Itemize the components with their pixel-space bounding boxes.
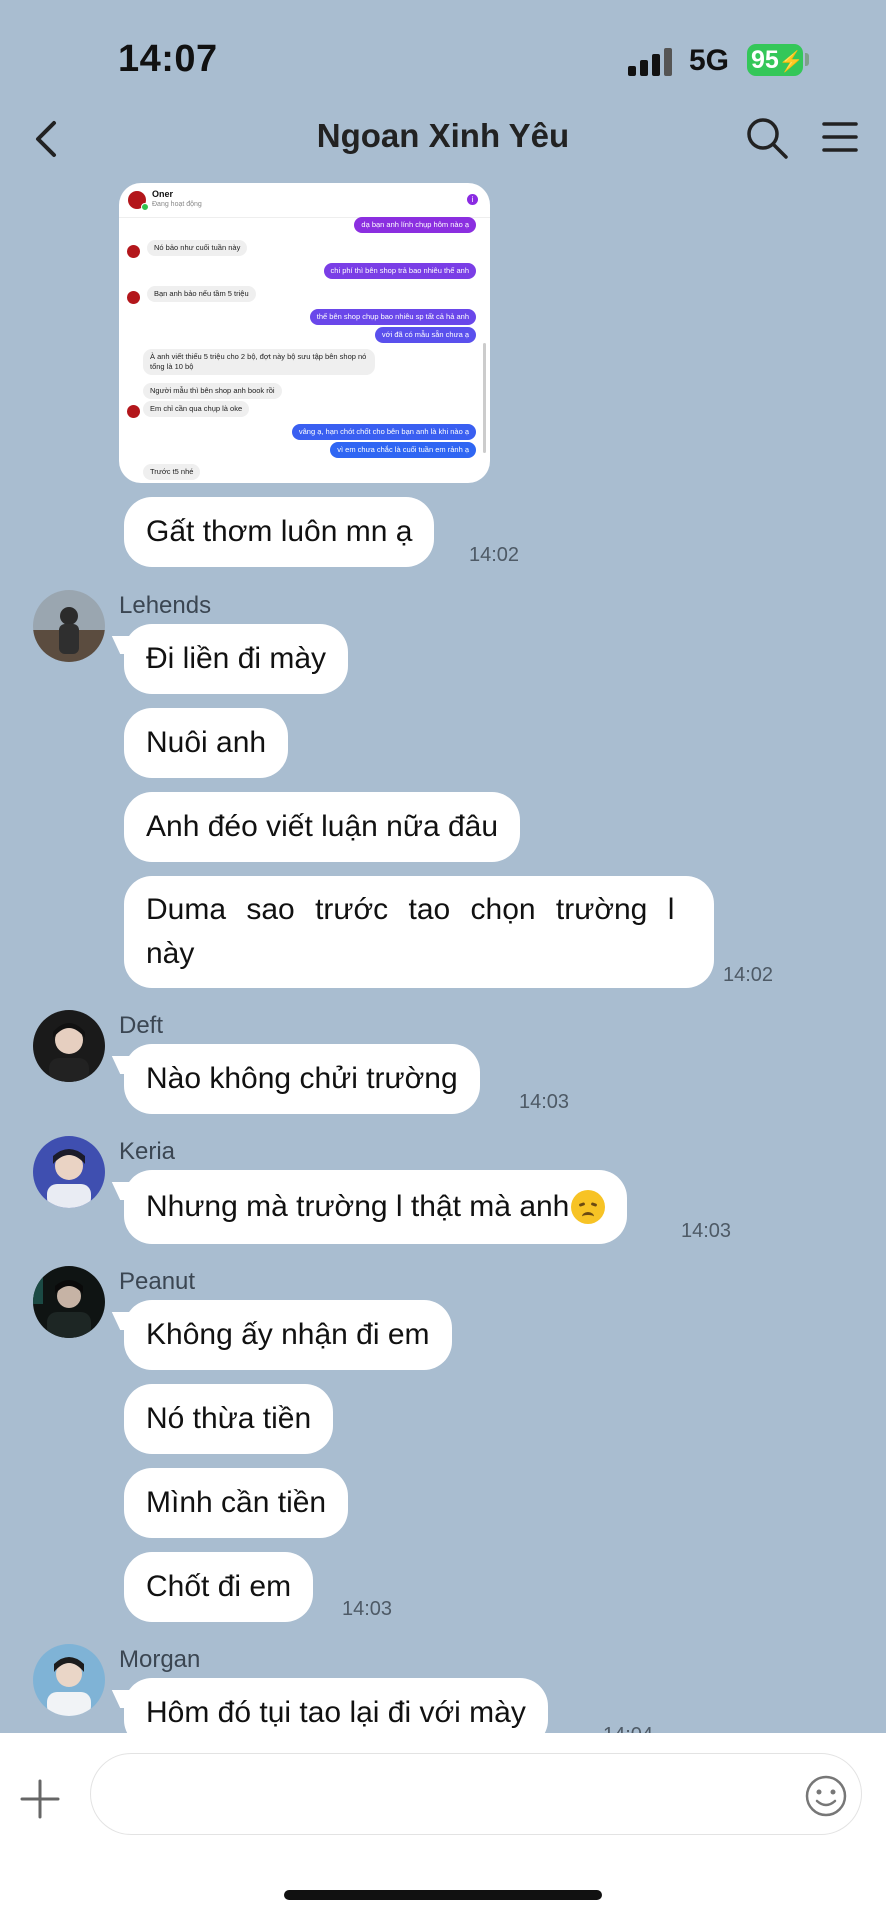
attached-message: thế bên shop chụp bao nhiêu sp tất cả hả… [309,309,476,325]
home-indicator[interactable] [284,1890,602,1900]
attached-message: Trước t5 nhé [143,464,201,480]
attached-message: vì em chưa chắc là cuối tuần em rảnh ạ [330,442,476,458]
attached-image-header: Oner Đang hoạt động i [119,183,490,218]
menu-icon[interactable] [822,119,858,155]
attached-message: Em chỉ cần qua chụp là oke [143,401,250,417]
avatar[interactable] [33,590,105,662]
message-bubble[interactable]: Mình cần tiền [124,1468,349,1538]
attached-message: Bạn anh bảo nếu tầm 5 triệu [147,286,256,302]
message-input[interactable] [90,1753,862,1835]
message-time: 14:03 [681,1220,732,1242]
message-time: 14:03 [519,1091,570,1113]
attached-image[interactable]: Oner Đang hoạt động i dạ bạn anh lính ch… [119,183,490,483]
plus-icon[interactable] [20,1779,60,1819]
attached-contact-status: Đang hoạt động [152,201,202,208]
status-time: 14:07 [118,38,218,80]
status-bar: 14:07 5G 95⚡ [0,0,886,110]
sad-emoji [571,1190,606,1224]
avatar[interactable] [33,1136,105,1208]
message-bubble[interactable]: Duma sao trước tao chọn trường l này [124,876,714,988]
sender-name: Morgan [119,1646,201,1673]
message-bubble[interactable]: Anh đéo viết luận nữa đâu [124,792,521,862]
message-bubble[interactable]: Đi liền đi mày [124,624,349,694]
signal-icon [628,48,674,76]
attached-contact-name: Oner [152,189,174,199]
chat-area[interactable]: Oner Đang hoạt động i dạ bạn anh lính ch… [0,170,886,1733]
attached-message: với đã có mẫu sẵn chưa ạ [374,327,476,343]
message-bubble[interactable]: Chốt đi em [124,1552,314,1622]
sender-name: Keria [119,1138,176,1165]
message-bubble[interactable]: Nuôi anh [124,708,289,778]
avatar [127,245,140,258]
message-time: 14:02 [723,964,774,986]
message-bubble[interactable]: Gất thơm luôn mn ạ [124,497,435,567]
avatar[interactable] [33,1644,105,1716]
battery-level: 95 [751,46,779,74]
emoji-icon[interactable] [804,1774,848,1818]
battery-icon: 95⚡ [747,44,804,76]
attached-message: dạ bạn anh lính chụp hôm nào ạ [354,217,476,233]
message-time: 14:02 [469,544,520,566]
message-text: Nhưng mà trường l thật mà anh [146,1190,570,1223]
avatar[interactable] [33,1266,105,1338]
avatar [127,405,140,418]
message-bubble[interactable]: Nó thừa tiền [124,1384,334,1454]
message-bubble[interactable]: Hôm đó tụi tao lại đi với mày [124,1678,548,1733]
chat-header: Ngoan Xinh Yêu [0,105,886,169]
message-bubble[interactable]: Nhưng mà trường l thật mà anh [124,1170,628,1244]
attached-message: vâng ạ, hạn chót chốt cho bên bạn anh là… [291,424,476,440]
attached-message: Người mẫu thì bên shop anh book rồi [143,383,282,399]
info-icon: i [467,194,478,205]
network-type: 5G [689,44,730,77]
attached-message: chi phí thì bên shop trả bao nhiêu thế a… [323,263,476,279]
message-bubble[interactable]: Không ấy nhận đi em [124,1300,452,1370]
attached-message: Nó bảo như cuối tuần này [147,240,248,256]
message-time: 14:04 [603,1724,653,1733]
message-bubble[interactable]: Nào không chửi trường [124,1044,480,1114]
avatar [127,291,140,304]
avatar[interactable] [33,1010,105,1082]
message-time: 14:03 [342,1598,393,1620]
sender-name: Peanut [119,1268,196,1295]
search-icon[interactable] [744,115,790,161]
sender-name: Deft [119,1012,164,1039]
attached-message: À anh viết thiếu 5 triệu cho 2 bộ, đợt n… [143,349,375,375]
sender-name: Lehends [119,592,212,619]
